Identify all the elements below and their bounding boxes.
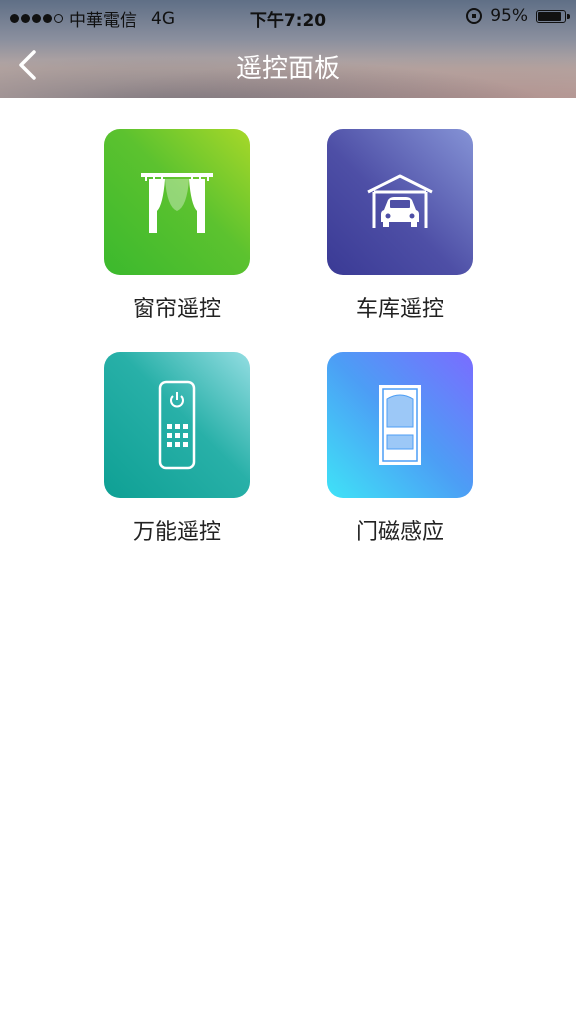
- curtain-remote-icon-box: [104, 129, 250, 275]
- garage-remote-label: 车库遥控: [355, 297, 444, 322]
- door-sensor-tile[interactable]: 门磁感应: [300, 352, 500, 552]
- door-sensor-icon-box: [327, 352, 473, 498]
- remote-grid: 窗帘遥控 车库遥控 万能遥控 门磁感应: [0, 0, 576, 1024]
- remote-control-icon: [158, 380, 196, 470]
- universal-remote-tile[interactable]: 万能遥控: [77, 352, 277, 552]
- universal-remote-label: 万能遥控: [132, 520, 221, 545]
- universal-remote-icon-box: [104, 352, 250, 498]
- curtain-icon: [141, 173, 213, 233]
- garage-icon: [367, 174, 433, 228]
- curtain-remote-tile[interactable]: 窗帘遥控: [77, 129, 277, 329]
- curtain-remote-label: 窗帘遥控: [132, 297, 221, 322]
- garage-remote-icon-box: [327, 129, 473, 275]
- garage-remote-tile[interactable]: 车库遥控: [300, 129, 500, 329]
- door-sensor-label: 门磁感应: [355, 520, 444, 545]
- door-icon: [379, 385, 421, 465]
